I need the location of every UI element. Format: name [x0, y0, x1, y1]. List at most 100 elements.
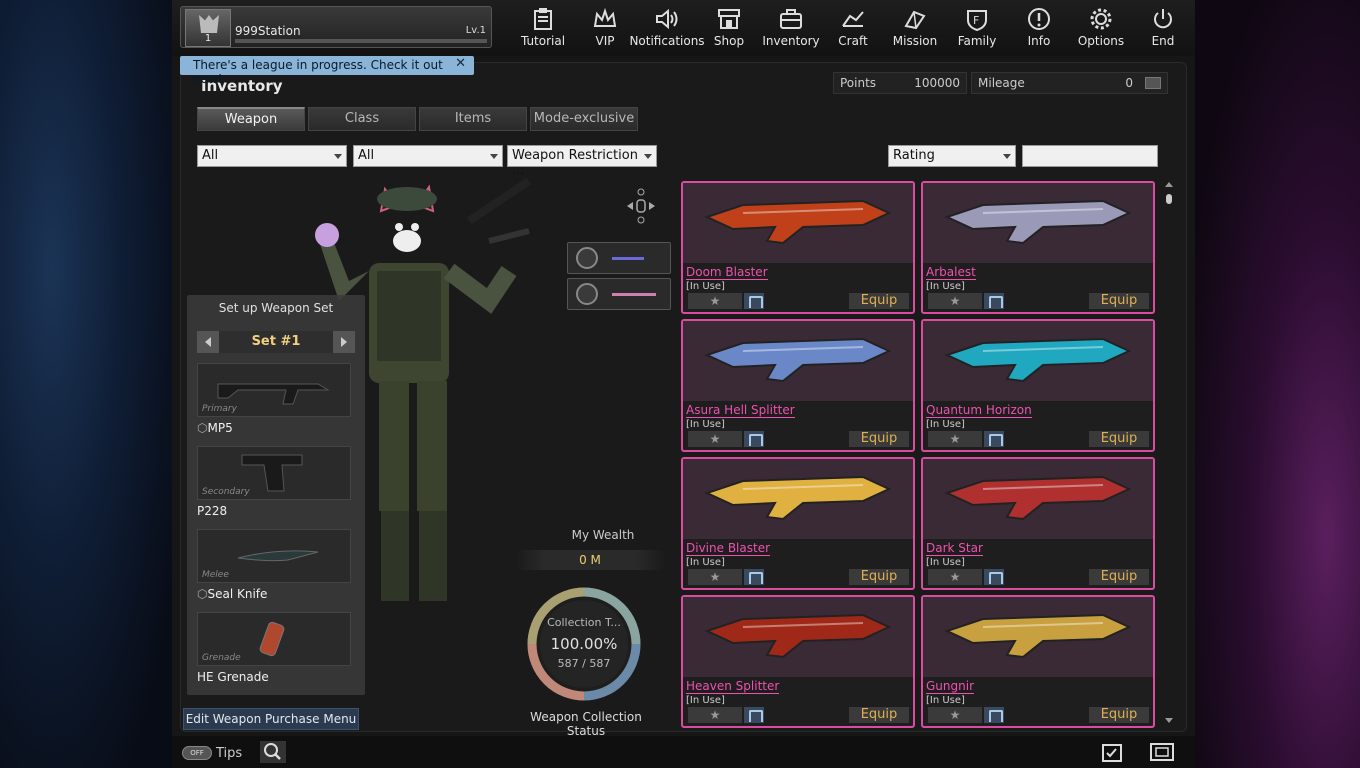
collection-percent: 100.00%	[550, 635, 618, 653]
lock-icon[interactable]	[744, 431, 764, 447]
rotate-icon[interactable]	[623, 188, 659, 224]
collection-ring[interactable]: Collection T... 100.00% 587 / 587	[525, 585, 643, 703]
tab-weapon[interactable]: Weapon	[197, 107, 305, 131]
weapon-status: [In Use]	[686, 695, 725, 706]
grenade-slot[interactable]: Grenade	[197, 612, 351, 666]
weapon-name[interactable]: Gungnir	[926, 679, 974, 694]
weapon-name[interactable]: Doom Blaster	[686, 265, 768, 280]
speaker-icon	[656, 8, 678, 30]
weapon-card[interactable]: Quantum Horizon [In Use] ★ Equip	[921, 319, 1155, 452]
tab-items[interactable]: Items	[419, 107, 527, 131]
weapon-name[interactable]: Dark Star	[926, 541, 983, 556]
nav-family[interactable]: F Family	[946, 0, 1008, 56]
weapon-status: [In Use]	[686, 557, 725, 568]
nav-label: Info	[1027, 34, 1051, 48]
nav-info[interactable]: Info	[1008, 0, 1070, 56]
mission-icon	[904, 10, 926, 30]
weapon-card[interactable]: Gungnir [In Use] ★ Equip	[921, 595, 1155, 728]
slot-kind: Primary	[202, 404, 237, 414]
equip-button[interactable]: Equip	[849, 293, 909, 309]
favorite-star-icon[interactable]: ★	[688, 707, 742, 723]
category-filter[interactable]: All	[197, 145, 347, 167]
weapon-grid: Doom Blaster [In Use] ★ Equip Arbalest [In Us…	[681, 181, 1157, 731]
weapon-name[interactable]: Heaven Splitter	[686, 679, 780, 694]
grid-scrollbar[interactable]	[1164, 181, 1174, 726]
equip-button[interactable]: Equip	[1089, 707, 1149, 723]
melee-slot[interactable]: Melee	[197, 529, 351, 583]
points-value: 100000	[914, 76, 960, 90]
equip-button[interactable]: Equip	[849, 431, 909, 447]
nav-label: Mission	[892, 34, 938, 48]
lock-icon[interactable]	[984, 431, 1004, 447]
favorite-star-icon[interactable]: ★	[928, 707, 982, 723]
nav-shop[interactable]: Shop	[698, 0, 760, 56]
nav-options[interactable]: Options	[1070, 0, 1132, 56]
favorite-star-icon[interactable]: ★	[928, 293, 982, 309]
weapon-name[interactable]: Quantum Horizon	[926, 403, 1032, 418]
restriction-filter[interactable]: Weapon Restriction ...	[507, 145, 657, 178]
weapon-image	[923, 183, 1153, 263]
lock-icon[interactable]	[744, 569, 764, 585]
weapon-card[interactable]: Doom Blaster [In Use] ★ Equip	[681, 181, 915, 314]
weapon-card[interactable]: Divine Blaster [In Use] ★ Equip	[681, 457, 915, 590]
equip-button[interactable]: Equip	[1089, 431, 1149, 447]
equip-button[interactable]: Equip	[849, 569, 909, 585]
nav-inventory[interactable]: Inventory	[760, 0, 822, 56]
slot-name: Seal Knife	[207, 587, 268, 601]
nav-vip[interactable]: VIP	[574, 0, 636, 56]
favorite-star-icon[interactable]: ★	[688, 431, 742, 447]
close-icon[interactable]: ✕	[455, 56, 466, 71]
nav-mission[interactable]: Mission	[884, 0, 946, 56]
nav-label: Tutorial	[520, 34, 566, 48]
subcategory-filter[interactable]: All	[353, 145, 503, 167]
slot-kind: Grenade	[202, 653, 241, 663]
nav-craft[interactable]: Craft	[822, 0, 884, 56]
film-icon[interactable]	[1149, 741, 1175, 763]
favorite-star-icon[interactable]: ★	[928, 431, 982, 447]
nav-tutorial[interactable]: Tutorial	[512, 0, 574, 56]
mileage-icon[interactable]	[1145, 77, 1161, 89]
nav-label: End	[1151, 34, 1175, 48]
search-input[interactable]	[1022, 145, 1158, 167]
weapon-name[interactable]: Asura Hell Splitter	[686, 403, 795, 418]
equip-button[interactable]: Equip	[849, 707, 909, 723]
primary-slot[interactable]: Primary	[197, 363, 351, 417]
lock-icon[interactable]	[984, 569, 1004, 585]
lock-icon[interactable]	[744, 293, 764, 309]
favorite-star-icon[interactable]: ★	[688, 569, 742, 585]
weapon-card[interactable]: Heaven Splitter [In Use] ★ Equip	[681, 595, 915, 728]
next-set-button[interactable]	[333, 331, 355, 353]
lock-icon[interactable]	[984, 707, 1004, 723]
search-button[interactable]	[260, 741, 286, 763]
sort-select[interactable]: Rating	[888, 145, 1016, 167]
favorite-star-icon[interactable]: ★	[688, 293, 742, 309]
lock-icon[interactable]	[984, 293, 1004, 309]
weapon-name[interactable]: Arbalest	[926, 265, 976, 280]
weapon-card[interactable]: Dark Star [In Use] ★ Equip	[921, 457, 1155, 590]
equip-button[interactable]: Equip	[1089, 569, 1149, 585]
tab-mode-exclusive[interactable]: Mode-exclusive	[530, 107, 638, 131]
tab-class[interactable]: Class	[308, 107, 416, 131]
favorite-star-icon[interactable]: ★	[928, 569, 982, 585]
nav-label: Options	[1077, 34, 1125, 48]
equip-button[interactable]: Equip	[1089, 293, 1149, 309]
mileage-label: Mileage	[978, 76, 1025, 90]
weapon-name[interactable]: Divine Blaster	[686, 541, 771, 556]
nav-end[interactable]: End	[1132, 0, 1194, 56]
nav-notifications[interactable]: Notifications	[629, 0, 705, 56]
league-banner[interactable]: There's a league in progress. Check it o…	[180, 56, 474, 86]
secondary-slot[interactable]: Secondary	[197, 446, 351, 500]
skill-slot-1[interactable]	[567, 242, 671, 274]
weapon-image	[923, 459, 1153, 539]
player-profile[interactable]: 1 999Station Lv.1	[180, 6, 492, 48]
edit-purchase-menu-button[interactable]: Edit Weapon Purchase Menu	[183, 708, 359, 730]
skill-slot-2[interactable]	[567, 278, 671, 310]
secondary-name: P228	[197, 504, 228, 518]
weapon-card[interactable]: Arbalest [In Use] ★ Equip	[921, 181, 1155, 314]
nav-label: Notifications	[629, 34, 705, 48]
weapon-card[interactable]: Asura Hell Splitter [In Use] ★ Equip	[681, 319, 915, 452]
calendar-icon[interactable]	[1101, 741, 1123, 763]
tips-toggle[interactable]: OFF	[182, 746, 212, 760]
lock-icon[interactable]	[744, 707, 764, 723]
weapon-status: [In Use]	[686, 281, 725, 292]
